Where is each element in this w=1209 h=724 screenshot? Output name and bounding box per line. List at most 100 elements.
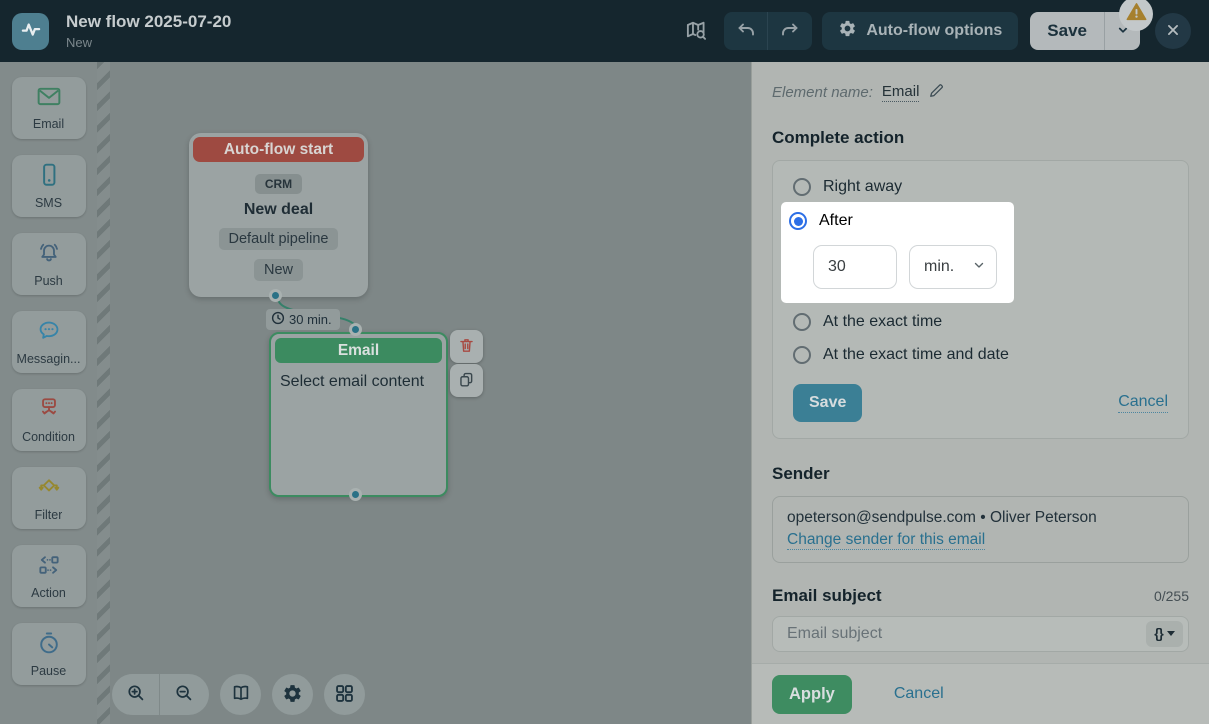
palette-item-action[interactable]: Action: [12, 545, 86, 607]
sender-box: opeterson@sendpulse.com • Oliver Peterso…: [772, 496, 1189, 563]
close-icon: [1164, 21, 1182, 42]
after-spotlight: After min.: [781, 202, 1014, 303]
element-name-value[interactable]: Email: [882, 83, 920, 102]
option-exact-time[interactable]: At the exact time: [793, 310, 1168, 334]
autoflow-options-button[interactable]: Auto-flow options: [822, 12, 1018, 50]
palette-item-push[interactable]: Push: [12, 233, 86, 295]
radio-unselected[interactable]: [793, 346, 811, 364]
stopwatch-icon: [35, 630, 63, 661]
redo-button[interactable]: [768, 12, 812, 50]
edge-delay-label[interactable]: 30 min.: [266, 309, 340, 330]
palette-item-sms[interactable]: SMS: [12, 155, 86, 217]
save-split-button: Save: [1030, 12, 1140, 50]
gear-icon: [838, 19, 857, 43]
elements-grid-button[interactable]: [324, 674, 365, 715]
save-button[interactable]: Save: [1030, 12, 1104, 50]
start-node-output-port[interactable]: [269, 289, 282, 302]
copy-node-button[interactable]: [450, 364, 483, 397]
apply-button[interactable]: Apply: [772, 675, 852, 714]
palette-item-messaging[interactable]: Messagin...: [12, 311, 86, 373]
undo-icon: [735, 19, 757, 44]
palette-label: Messagin...: [17, 352, 81, 366]
option-label: Right away: [823, 178, 902, 196]
complete-action-save-button[interactable]: Save: [793, 384, 862, 422]
settings-panel: Element name: Email Complete action Righ…: [751, 62, 1209, 724]
palette-label: Action: [31, 586, 66, 600]
palette-label: Email: [33, 117, 64, 131]
redo-icon: [779, 19, 801, 44]
email-node-input-port[interactable]: [349, 323, 362, 336]
flow-subtitle: New: [66, 35, 231, 50]
email-node-output-port[interactable]: [349, 488, 362, 501]
zoom-out-button[interactable]: [160, 674, 208, 715]
grid-icon: [334, 683, 355, 707]
transfer-icon: [35, 552, 63, 583]
autoflow-options-label: Auto-flow options: [866, 22, 1002, 40]
canvas-settings-button[interactable]: [272, 674, 313, 715]
zoom-in-icon: [125, 682, 147, 707]
insert-variable-button[interactable]: {}: [1146, 621, 1183, 647]
undo-button[interactable]: [724, 12, 768, 50]
copy-icon: [457, 370, 476, 392]
palette-item-pause[interactable]: Pause: [12, 623, 86, 685]
flow-title: New flow 2025-07-20: [66, 12, 231, 32]
option-right-away[interactable]: Right away: [793, 175, 1168, 199]
option-exact-time-date[interactable]: At the exact time and date: [793, 343, 1168, 367]
zoom-in-button[interactable]: [112, 674, 160, 715]
delay-unit-select[interactable]: min.: [909, 245, 997, 289]
zoom-out-icon: [173, 682, 195, 707]
chevron-down-icon: [972, 258, 986, 277]
change-sender-link[interactable]: Change sender for this email: [787, 531, 985, 550]
warning-badge: [1119, 0, 1153, 31]
close-button[interactable]: [1155, 13, 1191, 49]
panel-cancel-link[interactable]: Cancel: [894, 685, 944, 703]
phone-icon: [36, 162, 62, 193]
flow-titles: New flow 2025-07-20 New: [66, 12, 231, 50]
start-node-pipeline: Default pipeline: [219, 228, 339, 250]
option-label: After: [819, 212, 853, 230]
email-node[interactable]: Email Select email content: [269, 332, 448, 497]
sender-value: opeterson@sendpulse.com • Oliver Peterso…: [787, 507, 1174, 529]
branch-icon: [35, 396, 63, 427]
delay-unit-value: min.: [924, 258, 954, 276]
warning-triangle-icon: [1126, 1, 1147, 27]
sender-heading: Sender: [772, 464, 1189, 484]
minimap-button[interactable]: [220, 674, 261, 715]
complete-action-cancel-link[interactable]: Cancel: [1118, 393, 1168, 413]
element-palette: Email SMS Push Messagin... Condition: [0, 62, 97, 724]
map-preview-icon: [683, 17, 709, 46]
email-subject-heading: Email subject: [772, 586, 882, 606]
pencil-icon[interactable]: [928, 82, 945, 103]
start-node-header: Auto-flow start: [193, 137, 364, 162]
palette-item-email[interactable]: Email: [12, 77, 86, 139]
palette-resize-handle[interactable]: [97, 62, 110, 724]
start-node-badge: CRM: [255, 174, 302, 194]
delay-value-input[interactable]: [813, 245, 897, 289]
book-map-icon: [230, 682, 252, 707]
preview-button[interactable]: [678, 13, 714, 49]
palette-label: Push: [34, 274, 63, 288]
option-label: At the exact time: [823, 313, 942, 331]
palette-label: SMS: [35, 196, 62, 210]
radio-unselected[interactable]: [793, 313, 811, 331]
gear-icon: [282, 683, 303, 707]
bell-icon: [35, 240, 63, 271]
radio-unselected[interactable]: [793, 178, 811, 196]
palette-label: Condition: [22, 430, 75, 444]
funnel-diamond-icon: [35, 474, 63, 505]
chat-icon: [35, 318, 63, 349]
palette-item-filter[interactable]: Filter: [12, 467, 86, 529]
flow-canvas[interactable]: Auto-flow start CRM New deal Default pip…: [110, 62, 751, 724]
start-node[interactable]: Auto-flow start CRM New deal Default pip…: [189, 133, 368, 297]
envelope-icon: [35, 85, 63, 114]
palette-label: Filter: [35, 508, 63, 522]
radio-selected[interactable]: [789, 212, 807, 230]
email-subject-input[interactable]: [772, 616, 1189, 652]
option-after[interactable]: After: [789, 209, 1014, 233]
app-logo: [12, 13, 49, 50]
palette-label: Pause: [31, 664, 66, 678]
delete-node-button[interactable]: [450, 330, 483, 363]
caret-down-icon: [1167, 631, 1175, 636]
clock-icon: [271, 311, 285, 328]
palette-item-condition[interactable]: Condition: [12, 389, 86, 451]
